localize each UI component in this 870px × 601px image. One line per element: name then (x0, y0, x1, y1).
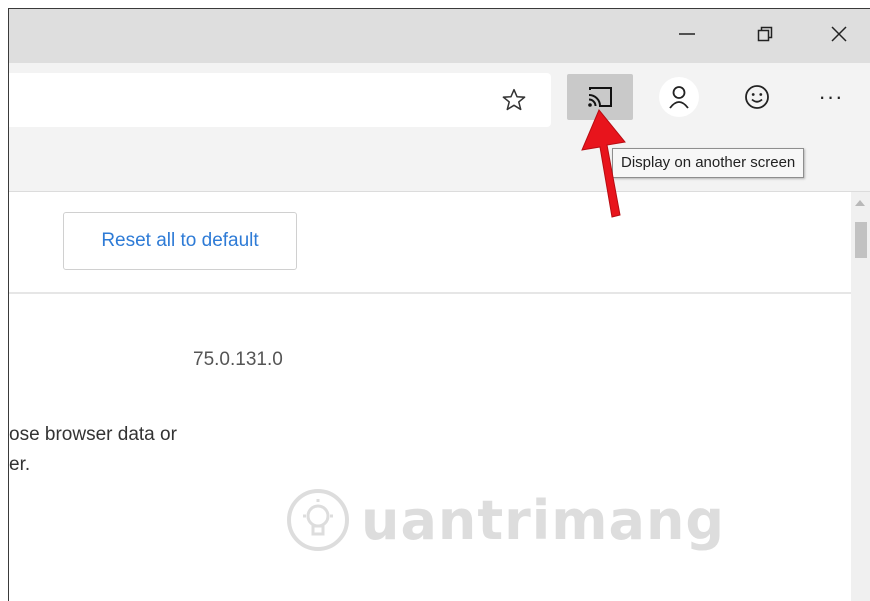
smiley-icon (745, 85, 769, 109)
profile-button[interactable] (657, 75, 701, 119)
cast-icon (588, 87, 612, 107)
reset-all-button[interactable]: Reset all to default (63, 212, 297, 270)
browser-window: ··· Display on another screen Reset all … (8, 8, 870, 601)
profile-icon (669, 86, 689, 109)
close-icon (831, 26, 847, 42)
address-bar[interactable] (9, 73, 551, 127)
lightbulb-logo-icon (287, 489, 349, 551)
watermark-text: uantrimang (361, 488, 726, 552)
cast-tooltip: Display on another screen (612, 148, 805, 178)
cast-button[interactable] (567, 74, 633, 120)
favorite-button[interactable] (499, 85, 529, 115)
watermark: uantrimang (285, 485, 725, 555)
minimize-button[interactable] (657, 9, 717, 59)
more-button[interactable]: ··· (809, 75, 853, 119)
title-bar (9, 9, 870, 63)
version-number: 75.0.131.0 (193, 349, 283, 370)
close-button[interactable] (809, 9, 869, 59)
scroll-thumb[interactable] (855, 222, 867, 258)
description-line-2: er. (9, 454, 31, 475)
feedback-button[interactable] (735, 75, 779, 119)
toolbar: ··· (9, 63, 870, 139)
vertical-scrollbar[interactable] (851, 192, 870, 601)
more-icon: ··· (818, 84, 844, 109)
minimize-icon (679, 33, 695, 35)
scroll-up-arrow-icon[interactable] (855, 200, 865, 206)
description-line-1: ose browser data or (9, 424, 177, 445)
avatar (659, 77, 699, 117)
reset-section: Reset all to default (9, 192, 851, 294)
restore-icon (757, 26, 773, 42)
star-icon (502, 88, 526, 111)
restore-button[interactable] (735, 9, 795, 59)
